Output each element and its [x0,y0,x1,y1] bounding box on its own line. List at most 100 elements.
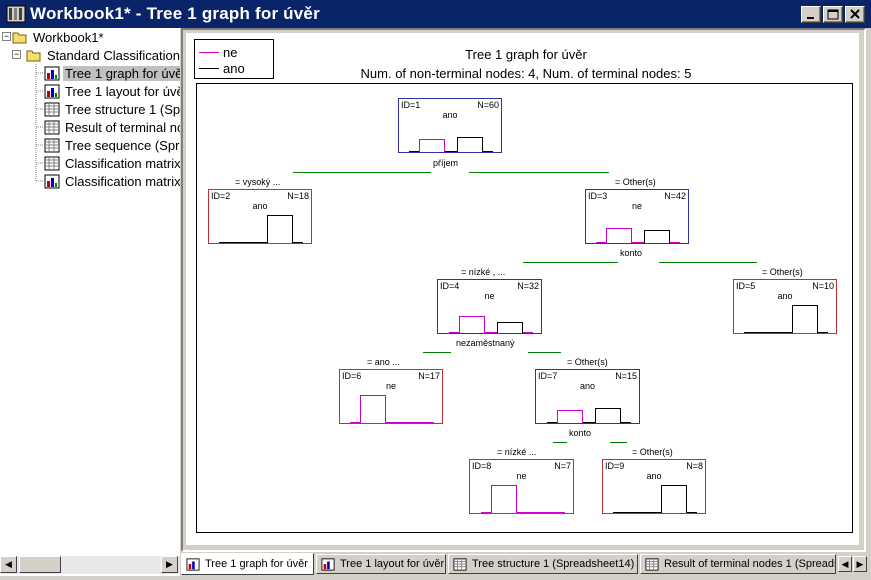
node-id-label: ID=9 [605,461,625,471]
node-id-label: ID=6 [342,371,362,381]
tree-item-workbook[interactable]: Workbook1* [12,28,106,46]
node-bar-ne [490,485,517,513]
collapse-root-toggle[interactable]: − [2,32,11,41]
tree-node-7[interactable]: ID=7 N=15 ano [535,369,640,424]
node-bar-ne [556,410,583,423]
node-class-label: ano [442,110,458,120]
tab-label: Tree structure 1 (Spreadsheet14) [472,558,635,570]
split-variable-label: příjem [433,158,459,168]
node-class-label: ano [646,471,662,481]
tree-item-classification-matrix-graph[interactable]: Classification matrix [44,172,180,190]
node-bar-ano [457,137,483,152]
scroll-right-button[interactable]: ▶ [161,556,178,573]
node-id-label: ID=2 [211,191,231,201]
tree-item-standard-classification[interactable]: Standard Classification [26,46,180,64]
node-class-label: ano [777,291,793,301]
node-class-label: ne [516,471,527,481]
node-class-label: ano [252,201,268,211]
node-bar-ano [661,485,687,513]
tree-item-tree1-graph[interactable]: Tree 1 graph for úvěr [44,64,180,82]
node-bar-ne [606,228,632,243]
graph-icon [44,174,60,188]
window-title: Workbook1* - Tree 1 graph for úvěr [30,4,320,23]
node-count-label: N=17 [418,371,440,381]
tree-item-label: Tree structure 1 (Spreadsheet14) [65,101,180,117]
graph-icon [44,66,60,80]
branch-condition-label: = Other(s) [762,267,803,277]
node-id-label: ID=4 [440,281,460,291]
tree-node-6[interactable]: ID=6 N=17 ne [339,369,443,424]
folder-open-icon [26,50,41,61]
minimize-button[interactable] [801,6,821,23]
node-count-label: N=10 [812,281,834,291]
node-class-label: ne [631,201,642,211]
node-bar-ano [594,408,621,423]
scroll-left-button[interactable]: ◀ [0,556,17,573]
tree-node-5[interactable]: ID=5 N=10 ano [733,279,837,334]
tree-item-tree-sequence[interactable]: Tree sequence (Spreadsheet) [44,136,180,154]
tab-terminal-nodes[interactable]: Result of terminal nodes 1 (Spreads [640,554,836,574]
tree-item-classification-matrix[interactable]: Classification matrix [44,154,180,172]
split-line-right [528,352,561,353]
legend-swatch [199,52,219,53]
node-count-label: N=8 [686,461,703,471]
branch-condition-label: = nízké ... [497,447,537,457]
tree-node-9[interactable]: ID=9 N=8 ano [602,459,706,514]
split-line-left [293,172,431,173]
branch-condition-label: = Other(s) [615,177,656,187]
tab-scroll-right-button[interactable]: ▶ [853,556,867,572]
spreadsheet-icon [44,102,60,116]
branch-condition-label: = nízké , ... [461,267,506,277]
tab-label: Result of terminal nodes 1 (Spreads [664,558,836,570]
tree-horizontal-scrollbar[interactable]: ◀ ▶ [0,556,180,574]
tab-tree1-graph[interactable]: Tree 1 graph for úvěr [181,553,314,575]
maximize-icon [827,9,839,20]
node-count-label: N=42 [664,191,686,201]
tab-scroll-left-button[interactable]: ◀ [838,556,852,572]
maximize-button[interactable] [823,6,843,23]
tree-node-8[interactable]: ID=8 N=7 ne [469,459,574,514]
spreadsheet-icon [44,156,60,170]
tree-item-tree1-layout[interactable]: Tree 1 layout for úvěr [44,82,180,100]
graph-icon [321,557,335,571]
split-line-left [553,442,567,443]
node-class-label: ne [385,381,396,391]
tab-label: Tree 1 layout for úvěr [340,558,445,570]
tree-item-label: Workbook1* [33,29,104,45]
graph-window: ne ano Tree 1 graph for úvěr Num. of non… [181,28,866,552]
graph-title: Tree 1 graph for úvěr [465,47,587,62]
node-count-label: N=7 [554,461,571,471]
node-bar-ano [644,230,670,243]
tree-item-label: Classification matrix [65,155,180,171]
split-line-left [523,262,618,263]
split-line-right [659,262,757,263]
split-line-left [423,352,451,353]
minimize-icon [807,17,814,19]
tree-node-2[interactable]: ID=2 N=18 ano [208,189,312,244]
close-button[interactable] [845,6,865,23]
spreadsheet-icon [44,138,60,152]
tree-item-tree-structure[interactable]: Tree structure 1 (Spreadsheet14) [44,100,180,118]
legend-swatch [199,68,219,69]
node-bar-ne [458,316,485,333]
tab-tree-structure[interactable]: Tree structure 1 (Spreadsheet14) [448,554,638,574]
graph-canvas: ne ano Tree 1 graph for úvěr Num. of non… [186,33,859,545]
tree-item-label: Tree sequence (Spreadsheet) [65,137,180,153]
collapse-group-toggle[interactable]: − [12,50,21,59]
graph-icon [44,84,60,98]
workbook-icon [6,5,26,23]
tab-tree1-layout[interactable]: Tree 1 layout for úvěr [316,554,446,574]
tree-node-1[interactable]: ID=1 N=60 ano [398,98,502,153]
split-line-right [610,442,627,443]
node-bar-ano [267,215,293,243]
tab-label: Tree 1 graph for úvěr [205,558,308,570]
tree-item-terminal-nodes[interactable]: Result of terminal nodes 1 [44,118,180,136]
spreadsheet-icon [453,557,467,571]
scroll-thumb[interactable] [19,556,61,573]
branch-condition-label: = ano ... [367,357,400,367]
tree-node-4[interactable]: ID=4 N=32 ne [437,279,542,334]
tree-node-3[interactable]: ID=3 N=42 ne [585,189,689,244]
legend-label: ne [223,45,238,60]
node-id-label: ID=1 [401,100,421,110]
legend: ne ano [194,39,274,79]
